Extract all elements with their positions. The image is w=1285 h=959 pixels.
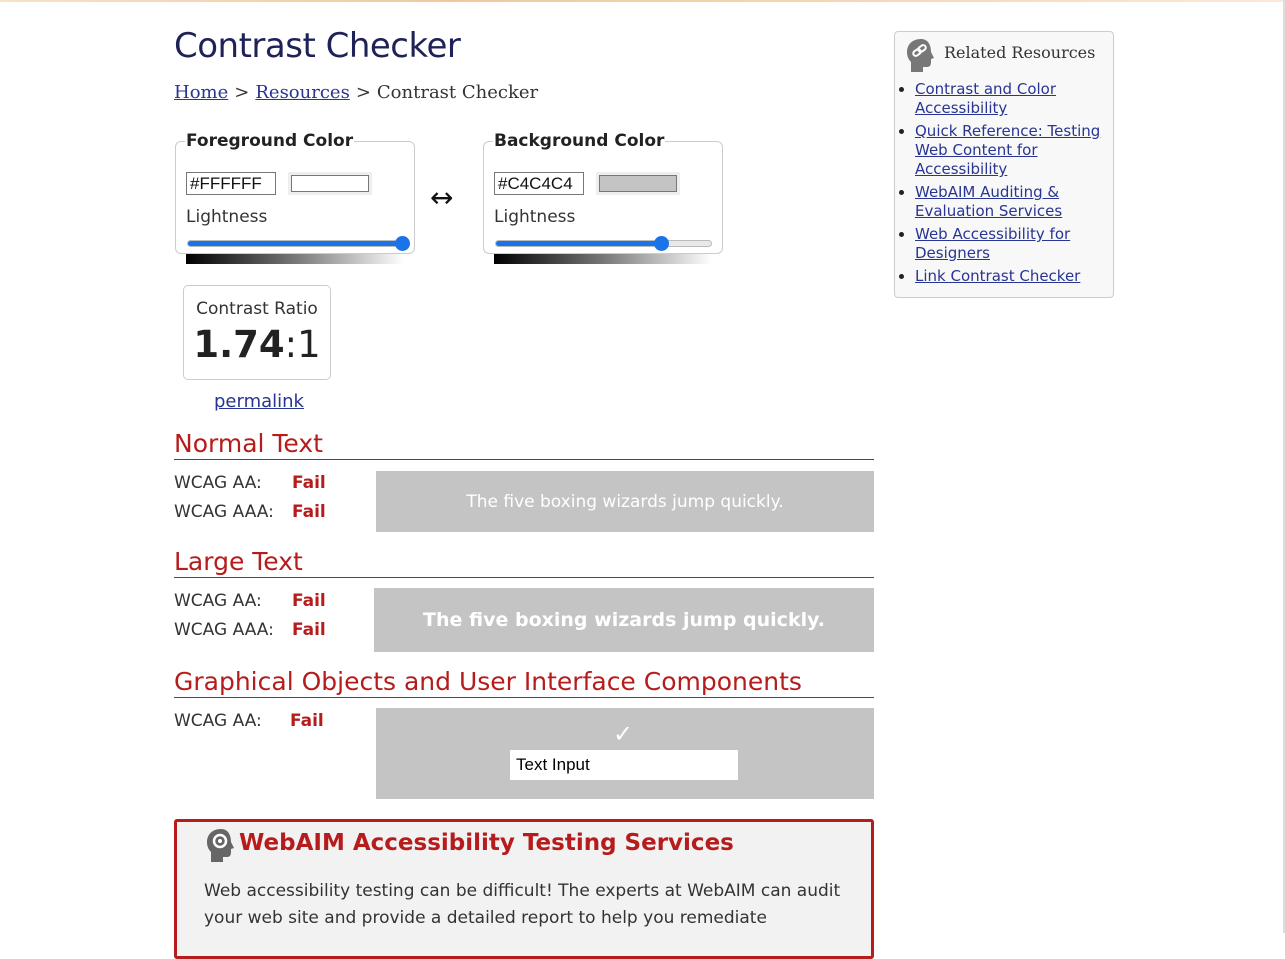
graphics-aa-result: Fail [290, 711, 324, 731]
contrast-ratio-value: 1.74:1 [184, 323, 330, 366]
large-aa-result: Fail [292, 591, 326, 611]
resource-link-link-contrast[interactable]: Link Contrast Checker [915, 267, 1080, 285]
foreground-color-panel: Foreground Color Lightness [175, 131, 415, 264]
resources-list: Contrast and Color Accessibility Quick R… [895, 80, 1110, 290]
breadcrumb-current: Contrast Checker [376, 82, 539, 103]
breadcrumb-resources-link[interactable]: Resources [255, 82, 349, 103]
gear-head-icon [207, 829, 234, 862]
breadcrumb-separator: > [355, 82, 371, 103]
list-item: WebAIM Auditing & Evaluation Services [915, 183, 1110, 221]
list-item: Quick Reference: Testing Web Content for… [915, 122, 1110, 179]
background-slider-fill [496, 241, 662, 246]
promo-text: Web accessibility testing can be difficu… [204, 881, 841, 928]
graphics-preview: ✓ [376, 708, 874, 799]
background-swatch [599, 175, 677, 192]
normal-aaa-label: WCAG AAA: [174, 502, 274, 522]
related-resources-sidebar: Related Resources Contrast and Color Acc… [894, 31, 1114, 298]
graphics-aa-label: WCAG AA: [174, 711, 262, 731]
resource-link-auditing-services[interactable]: WebAIM Auditing & Evaluation Services [915, 183, 1062, 220]
foreground-hex-input[interactable] [186, 172, 276, 195]
background-lightness-gradient [494, 254, 712, 264]
normal-aa-result: Fail [292, 473, 326, 493]
breadcrumb: Home > Resources > Contrast Checker [174, 82, 538, 103]
testing-services-promo: WebAIM Accessibility Testing Services We… [174, 819, 874, 959]
list-item: Web Accessibility for Designers [915, 225, 1110, 263]
normal-text-sample: The five boxing wizards jump quickly. [466, 491, 784, 512]
contrast-ratio-box: Contrast Ratio 1.74:1 [183, 285, 331, 380]
large-text-sample: The five boxing wizards jump quickly. [423, 609, 825, 631]
foreground-slider-fill [188, 241, 403, 246]
normal-aaa-result: Fail [292, 502, 326, 522]
foreground-color-picker[interactable] [288, 172, 372, 195]
background-color-panel: Background Color Lightness [483, 131, 723, 264]
background-slider-thumb[interactable] [653, 236, 669, 251]
large-text-preview: The five boxing wizards jump quickly. [374, 588, 874, 652]
contrast-ratio-suffix: :1 [284, 323, 321, 366]
page-title: Contrast Checker [174, 26, 461, 66]
promo-title: WebAIM Accessibility Testing Services [239, 830, 734, 856]
checkmark-icon: ✓ [613, 720, 634, 748]
foreground-lightness-gradient [186, 254, 404, 264]
list-item: Link Contrast Checker [915, 267, 1110, 286]
large-aa-label: WCAG AA: [174, 591, 262, 611]
foreground-swatch [291, 175, 369, 192]
large-text-heading: Large Text [174, 547, 874, 578]
foreground-lightness-label: Lightness [186, 207, 268, 227]
background-color-picker[interactable] [596, 172, 680, 195]
background-legend: Background Color [494, 131, 665, 151]
permalink-link[interactable]: permalink [214, 391, 304, 412]
list-item: Contrast and Color Accessibility [915, 80, 1110, 118]
breadcrumb-separator: > [234, 82, 250, 103]
graphics-heading: Graphical Objects and User Interface Com… [174, 667, 874, 698]
swap-colors-icon[interactable]: ↔ [430, 180, 453, 216]
breadcrumb-home-link[interactable]: Home [174, 82, 228, 103]
top-accent-bar [0, 0, 1285, 2]
background-hex-input[interactable] [494, 172, 584, 195]
background-lightness-slider[interactable] [495, 236, 712, 251]
background-lightness-label: Lightness [494, 207, 576, 227]
contrast-ratio-label: Contrast Ratio [196, 299, 318, 319]
resource-link-quick-reference[interactable]: Quick Reference: Testing Web Content for… [915, 122, 1100, 178]
foreground-slider-thumb[interactable] [395, 236, 410, 251]
link-head-icon [907, 39, 934, 72]
normal-text-heading: Normal Text [174, 429, 874, 460]
sidebar-title: Related Resources [944, 43, 1096, 62]
resource-link-designers[interactable]: Web Accessibility for Designers [915, 225, 1070, 262]
normal-aa-label: WCAG AA: [174, 473, 262, 493]
sample-text-input[interactable] [510, 750, 738, 780]
large-aaa-label: WCAG AAA: [174, 620, 274, 640]
foreground-lightness-slider[interactable] [187, 236, 410, 251]
large-aaa-result: Fail [292, 620, 326, 640]
foreground-legend: Foreground Color [186, 131, 354, 151]
contrast-ratio-number: 1.74 [193, 323, 285, 366]
normal-text-preview: The five boxing wizards jump quickly. [376, 471, 874, 532]
resource-link-contrast-color[interactable]: Contrast and Color Accessibility [915, 80, 1056, 117]
